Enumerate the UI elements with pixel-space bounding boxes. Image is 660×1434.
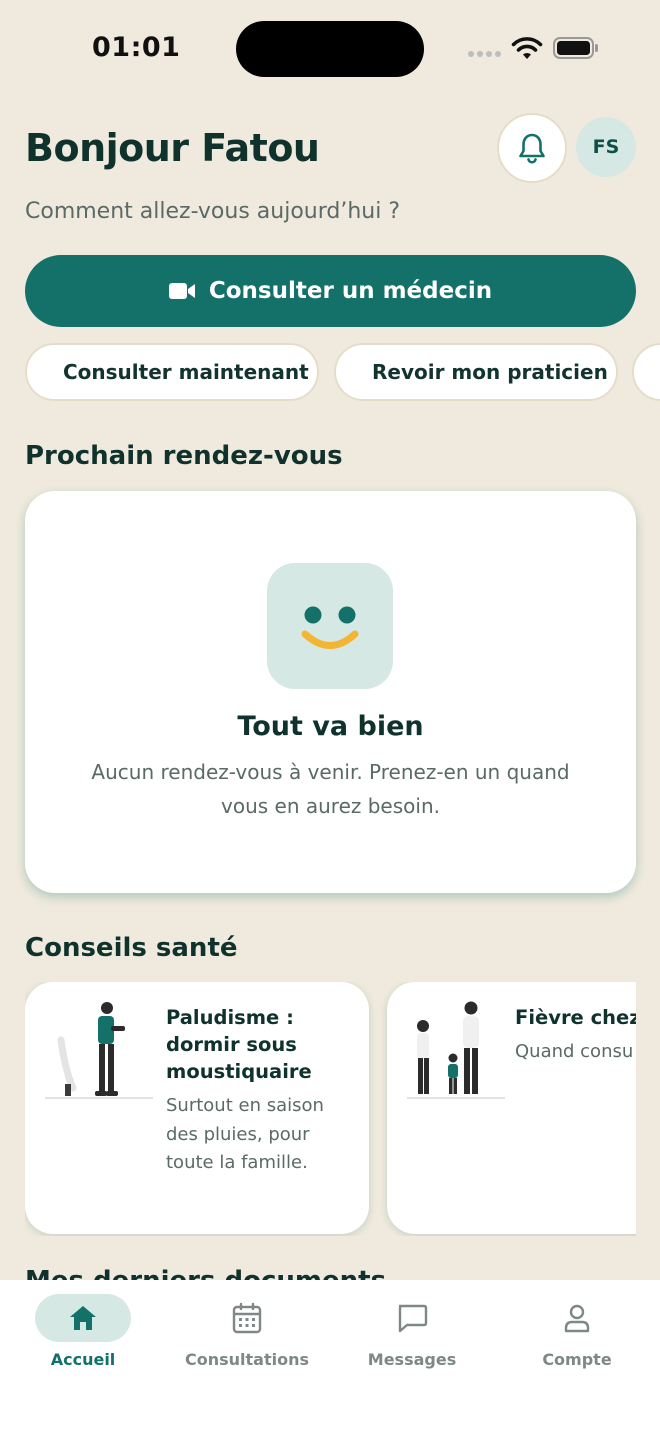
tip-card[interactable]: Paludisme : dormir sous moustiquaire Sur… <box>25 982 369 1234</box>
nav-label-account: Compte <box>542 1350 612 1369</box>
nav-label-home: Accueil <box>50 1350 116 1369</box>
nav-item-home[interactable]: Accueil <box>8 1294 158 1374</box>
wifi-icon <box>511 37 543 59</box>
tip-text: Quand consu sans attendre <box>515 1041 636 1062</box>
user-icon <box>564 1304 590 1333</box>
smiley-icon <box>267 563 393 689</box>
avatar[interactable]: FS <box>576 117 636 177</box>
consult-doctor-label: Consulter un médecin <box>208 278 493 304</box>
nav-item-consultations[interactable]: Consultations <box>172 1294 322 1374</box>
message-icon <box>398 1304 428 1333</box>
appointment-empty-card: Tout va bien Aucun rendez-vous à venir. … <box>25 491 636 893</box>
man-mosquito-net-illustration <box>45 1002 153 1099</box>
calendar-icon <box>232 1302 262 1334</box>
empty-state-text: Aucun rendez-vous à venir. Prenez-en un … <box>91 760 570 818</box>
bell-icon <box>519 133 545 164</box>
bottom-navigation: Accueil Consultations Messages Compte <box>0 1280 660 1434</box>
tip-title: Paludisme : dormir sous moustiquaire <box>166 1006 312 1083</box>
status-time: 01:01 <box>92 32 181 63</box>
cellular-signal-icon <box>468 51 501 57</box>
nav-label-messages: Messages <box>367 1350 457 1369</box>
tip-card[interactable]: Fièvre chez l Quand consu sans attendre <box>387 982 636 1234</box>
nav-item-messages[interactable]: Messages <box>337 1294 487 1374</box>
tip-title: Fièvre chez l <box>515 1006 636 1029</box>
health-tips-title: Conseils santé <box>25 933 238 963</box>
video-camera-icon <box>168 283 195 299</box>
dynamic-island <box>236 21 424 77</box>
greeting-subtitle: Comment allez-vous aujourd’hui ? <box>25 199 401 224</box>
more-actions-chip[interactable] <box>632 343 660 401</box>
notifications-button[interactable] <box>497 113 567 183</box>
nav-item-account[interactable]: Compte <box>502 1294 652 1374</box>
avatar-initials: FS <box>592 136 620 158</box>
nav-label-consultations: Consultations <box>184 1350 309 1369</box>
health-tips-carousel[interactable]: Paludisme : dormir sous moustiquaire Sur… <box>25 982 636 1236</box>
consult-doctor-button[interactable]: Consulter un médecin <box>25 255 636 327</box>
revisit-practitioner-chip[interactable]: Revoir mon praticien <box>334 343 618 401</box>
greeting-title: Bonjour Fatou <box>25 126 320 170</box>
consult-now-chip[interactable]: Consulter maintenant <box>25 343 319 401</box>
home-icon <box>70 1306 96 1330</box>
next-appointment-title: Prochain rendez-vous <box>25 441 343 471</box>
consult-now-label: Consulter maintenant <box>63 360 309 384</box>
empty-state-title: Tout va bien <box>237 711 424 742</box>
tip-text: Surtout en saison des pluies, pour toute… <box>166 1095 324 1173</box>
battery-icon <box>553 37 598 59</box>
status-bar: 01:01 <box>0 0 660 100</box>
revisit-practitioner-label: Revoir mon praticien <box>372 360 608 384</box>
family-illustration <box>407 1001 505 1099</box>
